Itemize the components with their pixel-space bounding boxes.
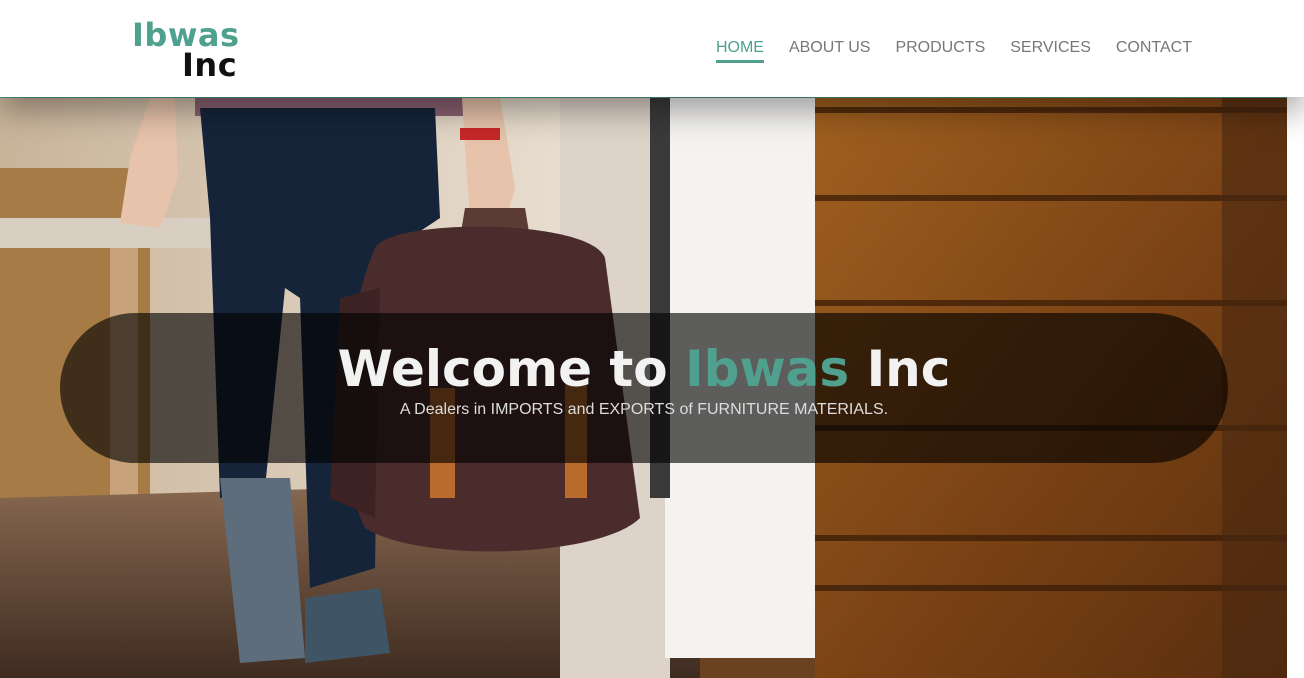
hero-subtitle: A Dealers in IMPORTS and EXPORTS of FURN… xyxy=(399,401,889,418)
site-header: Ibwas Inc HOME ABOUT US PRODUCTS SERVICE… xyxy=(0,0,1304,97)
hero-title-suffix: Inc xyxy=(849,340,951,398)
logo-line-2: Inc xyxy=(182,46,238,84)
nav-services[interactable]: SERVICES xyxy=(1010,39,1091,63)
nav-home[interactable]: HOME xyxy=(715,39,764,63)
hero-title-prefix: Welcome to xyxy=(337,340,686,398)
nav-contact[interactable]: CONTACT xyxy=(1116,39,1192,63)
nav-products[interactable]: PRODUCTS xyxy=(895,39,985,63)
hero-section: Welcome to Ibwas Inc A Dealers in IMPORT… xyxy=(0,97,1287,678)
nav-about-us[interactable]: ABOUT US xyxy=(789,39,871,63)
hero-banner: Welcome to Ibwas Inc A Dealers in IMPORT… xyxy=(60,313,1228,463)
site-logo[interactable]: Ibwas Inc xyxy=(132,19,240,84)
hero-title: Welcome to Ibwas Inc xyxy=(60,341,1228,397)
main-nav: HOME ABOUT US PRODUCTS SERVICES CONTACT xyxy=(691,39,1192,63)
hero-title-accent: Ibwas xyxy=(685,340,850,398)
